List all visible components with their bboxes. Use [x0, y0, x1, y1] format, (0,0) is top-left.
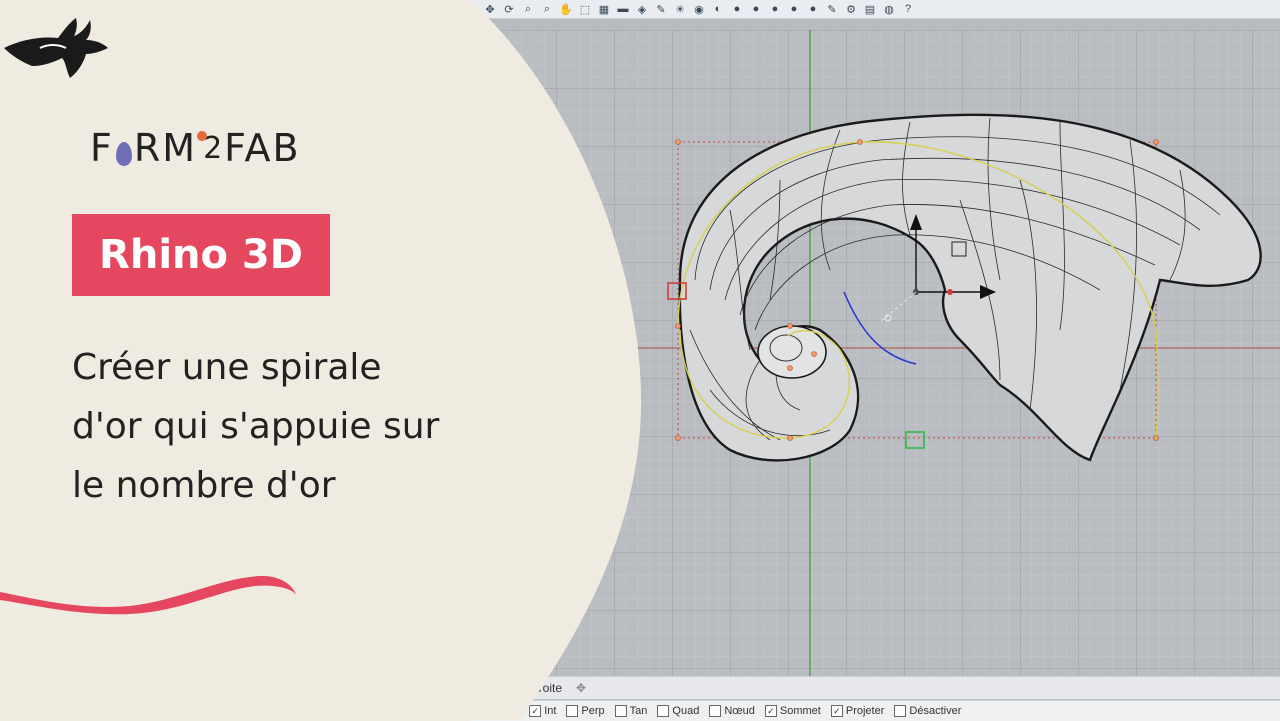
color-icon[interactable]: ● [729, 2, 745, 16]
plus-icon[interactable]: ✥ [576, 681, 586, 695]
osnap-label: Nœud [724, 705, 755, 717]
viewport-droite[interactable] [440, 30, 1280, 676]
osnap-label: Perp [581, 705, 605, 717]
gear-icon[interactable]: ⚙ [843, 2, 859, 16]
osnap-label: Sommet [779, 705, 821, 717]
gumball-scale-handle [905, 431, 925, 449]
viewport-tab-droite[interactable]: Droite [530, 681, 562, 695]
rotation-arc [843, 291, 917, 365]
delete-icon[interactable]: ▬ [615, 2, 631, 16]
osnap-checkbox[interactable]: ✓ [764, 705, 777, 717]
osnap-bar: Cen ✓ Int Perp Tan Quad Nœud ✓ Sommet ✓ Projeter Dé… [470, 700, 1280, 721]
osnap-item[interactable]: ✓ Int [529, 705, 556, 717]
zoom-window-icon[interactable]: ⌕ [539, 2, 555, 16]
layers-icon[interactable]: ▤ [862, 2, 878, 16]
osnap-checkbox[interactable] [614, 705, 627, 717]
sphere-icon[interactable]: ● [767, 2, 783, 16]
osnap-item[interactable]: ✓ Projeter [830, 705, 885, 717]
osnap-checkbox[interactable] [657, 705, 670, 717]
osnap-label: Projeter [845, 705, 885, 717]
render-icon[interactable]: ✎ [653, 2, 669, 16]
osnap-item[interactable]: Tan [614, 705, 648, 717]
osnap-item[interactable]: ✓ Sommet [764, 705, 821, 717]
osnap-item[interactable]: Nœud [709, 705, 755, 717]
osnap-item[interactable]: Désactiver [894, 705, 961, 717]
spiral-model-drawing[interactable] [440, 30, 1280, 676]
osnap-checkbox[interactable] [566, 705, 579, 717]
osnap-label: Désactiver [909, 705, 962, 717]
viewport-tab-bar: Droite ✥ [470, 676, 1280, 699]
osnap-checkbox[interactable]: ✓ [830, 705, 843, 717]
light-icon[interactable]: ☀ [672, 2, 688, 16]
analyze-icon[interactable]: ◈ [634, 2, 650, 16]
osnap-checkbox[interactable]: ✓ [529, 705, 542, 717]
shade-icon[interactable]: ◐ [710, 2, 726, 16]
osnap-item[interactable]: Cen [484, 705, 519, 717]
osnap-checkbox[interactable] [894, 705, 907, 717]
select-icon[interactable]: ⬚ [577, 2, 593, 16]
sphere-icon[interactable]: ● [748, 2, 764, 16]
rhino-app-window: ✥ ⟳ ⌕ ⌕ ✋ ⬚ ▦ ▬ ◈ ✎ ☀ ◉ ◐ ● ● ● ● ● ✎ ⚙ ▤ ◍? [0, 0, 1280, 721]
osnap-label: Tan [629, 705, 648, 717]
rhino-toolbar: ✥ ⟳ ⌕ ⌕ ✋ ⬚ ▦ ▬ ◈ ✎ ☀ ◉ ◐ ● ● ● ● ● ✎ ⚙ ▤ ◍? [470, 0, 1280, 19]
sphere-icon[interactable]: ● [786, 2, 802, 16]
osnap-label: Int [544, 705, 557, 717]
globe-icon[interactable]: ◍ [881, 2, 897, 16]
osnap-label: Quad [672, 705, 700, 717]
move-icon[interactable]: ✥ [482, 2, 498, 16]
leaf-surface [678, 113, 1262, 462]
pan-icon[interactable]: ✋ [558, 2, 574, 16]
zoom-icon[interactable]: ⌕ [520, 2, 536, 16]
pencil-icon[interactable]: ✎ [824, 2, 840, 16]
osnap-checkbox[interactable] [709, 705, 722, 717]
osnap-checkbox[interactable] [484, 705, 496, 717]
osnap-item[interactable]: Quad [657, 705, 699, 717]
osnap-label: Cen [499, 705, 520, 717]
help-icon[interactable]: ? [900, 2, 916, 16]
sphere-icon[interactable]: ● [805, 2, 821, 16]
material-icon[interactable]: ◉ [691, 2, 707, 16]
grid-icon[interactable]: ▦ [596, 2, 612, 16]
osnap-item[interactable]: Perp [566, 705, 605, 717]
rotate-icon[interactable]: ⟳ [501, 2, 517, 16]
